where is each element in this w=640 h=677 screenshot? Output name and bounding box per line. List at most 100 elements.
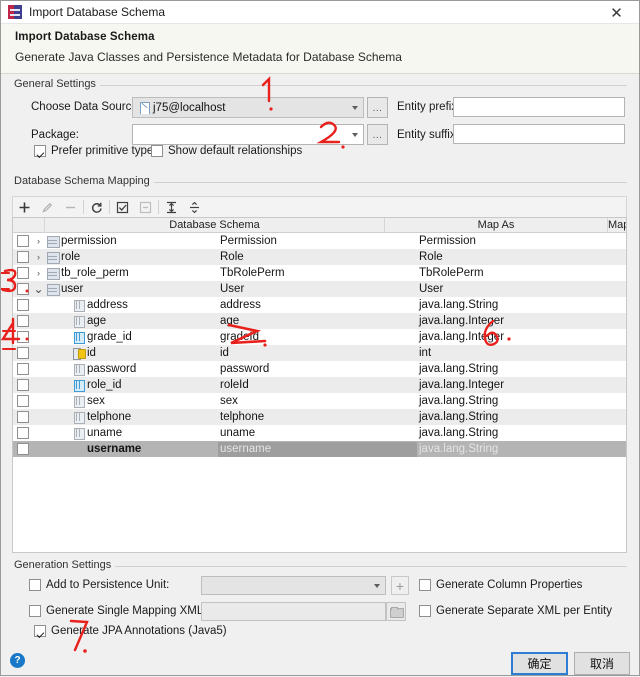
add-button[interactable] bbox=[13, 198, 36, 217]
single-mapping-xml-input[interactable] bbox=[201, 602, 386, 621]
cell-mapped-type[interactable]: java.lang.String bbox=[417, 394, 626, 409]
cell-map-as[interactable]: username bbox=[218, 442, 417, 457]
cell-map-as[interactable]: roleId bbox=[218, 378, 417, 393]
cell-mapped-type[interactable]: java.lang.String bbox=[417, 426, 626, 441]
row-checkbox[interactable] bbox=[17, 379, 29, 391]
header-subtitle: Generate Java Classes and Persistence Me… bbox=[15, 50, 639, 64]
schema-name: sex bbox=[87, 394, 105, 409]
generate-single-mapping-xml-label: Generate Single Mapping XML: bbox=[46, 605, 206, 617]
column-header-map-as[interactable]: Map As bbox=[385, 218, 608, 232]
row-checkbox[interactable] bbox=[17, 427, 29, 439]
cell-map-as[interactable]: Permission bbox=[218, 234, 417, 249]
row-checkbox[interactable] bbox=[17, 443, 29, 455]
cell-mapped-type[interactable]: User bbox=[417, 282, 626, 297]
table-row[interactable]: sexsexjava.lang.String bbox=[13, 393, 626, 409]
table-row[interactable]: role_idroleIdjava.lang.Integer bbox=[13, 377, 626, 393]
add-to-persistence-unit-checkbox[interactable]: Add to Persistence Unit: bbox=[29, 579, 169, 591]
row-checkbox[interactable] bbox=[17, 347, 29, 359]
show-default-relationships-checkbox[interactable]: Show default relationships bbox=[151, 145, 302, 157]
cell-map-as[interactable]: age bbox=[218, 314, 417, 329]
data-source-combobox[interactable]: j75@localhost bbox=[132, 97, 364, 118]
chevron-down-icon[interactable] bbox=[346, 98, 363, 117]
row-checkbox[interactable] bbox=[17, 283, 29, 295]
row-checkbox[interactable] bbox=[17, 299, 29, 311]
select-all-button[interactable] bbox=[111, 198, 134, 217]
column-header-checkbox[interactable] bbox=[13, 218, 45, 232]
cell-map-as[interactable]: uname bbox=[218, 426, 417, 441]
cell-map-as[interactable]: password bbox=[218, 362, 417, 377]
collapse-all-button[interactable] bbox=[183, 198, 206, 217]
cell-mapped-type[interactable]: java.lang.Integer bbox=[417, 330, 626, 345]
row-checkbox[interactable] bbox=[17, 331, 29, 343]
chevron-down-icon[interactable]: ⌄ bbox=[32, 286, 45, 292]
close-icon[interactable]: ✕ bbox=[594, 1, 639, 24]
cell-mapped-type[interactable]: TbRolePerm bbox=[417, 266, 626, 281]
row-checkbox[interactable] bbox=[17, 363, 29, 375]
schema-mapping-table[interactable]: Database Schema Map As Mapped Type ›perm… bbox=[12, 217, 627, 553]
cell-map-as[interactable]: gradeId bbox=[218, 330, 417, 345]
cell-mapped-type[interactable]: java.lang.Integer bbox=[417, 378, 626, 393]
cell-mapped-type[interactable]: java.lang.Integer bbox=[417, 314, 626, 329]
generate-single-mapping-xml-checkbox[interactable]: Generate Single Mapping XML: bbox=[29, 605, 206, 617]
row-checkbox[interactable] bbox=[17, 395, 29, 407]
table-row[interactable]: ididint bbox=[13, 345, 626, 361]
cell-map-as[interactable]: Role bbox=[218, 250, 417, 265]
chevron-right-icon[interactable]: › bbox=[32, 236, 45, 246]
ok-button[interactable]: 确定 bbox=[511, 652, 568, 675]
entity-prefix-input[interactable] bbox=[453, 97, 625, 117]
chevron-down-icon[interactable] bbox=[368, 577, 385, 594]
data-source-browse-button[interactable]: ... bbox=[367, 97, 388, 118]
generate-jpa-annotations-label: Generate JPA Annotations (Java5) bbox=[51, 625, 227, 637]
refresh-button[interactable] bbox=[85, 198, 108, 217]
table-row[interactable]: ageagejava.lang.Integer bbox=[13, 313, 626, 329]
cell-mapped-type[interactable]: Role bbox=[417, 250, 626, 265]
cell-map-as[interactable]: sex bbox=[218, 394, 417, 409]
table-row[interactable]: unameunamejava.lang.String bbox=[13, 425, 626, 441]
table-row[interactable]: addressaddressjava.lang.String bbox=[13, 297, 626, 313]
cell-map-as[interactable]: User bbox=[218, 282, 417, 297]
cell-mapped-type[interactable]: java.lang.String bbox=[417, 410, 626, 425]
chevron-down-icon[interactable] bbox=[346, 125, 363, 144]
row-checkbox[interactable] bbox=[17, 235, 29, 247]
column-header-mapped-type[interactable]: Mapped Type bbox=[608, 218, 626, 232]
help-icon[interactable]: ? bbox=[10, 653, 25, 668]
cell-mapped-type[interactable]: java.lang.String bbox=[417, 362, 626, 377]
table-row[interactable]: ⌄userUserUser bbox=[13, 281, 626, 297]
row-checkbox[interactable] bbox=[17, 315, 29, 327]
show-default-relationships-label: Show default relationships bbox=[168, 145, 302, 157]
table-row[interactable]: ›roleRoleRole bbox=[13, 249, 626, 265]
cell-mapped-type[interactable]: int bbox=[417, 346, 626, 361]
row-checkbox[interactable] bbox=[17, 251, 29, 263]
generate-separate-xml-per-entity-checkbox[interactable]: Generate Separate XML per Entity bbox=[419, 605, 612, 617]
cell-map-as[interactable]: TbRolePerm bbox=[218, 266, 417, 281]
chevron-right-icon[interactable]: › bbox=[32, 252, 45, 262]
cell-mapped-type[interactable]: java.lang.String bbox=[417, 442, 626, 457]
column-header-database-schema[interactable]: Database Schema bbox=[45, 218, 385, 232]
prefer-primitive-types-checkbox[interactable]: Prefer primitive types bbox=[34, 145, 159, 157]
cancel-button[interactable]: 取消 bbox=[574, 652, 630, 675]
expand-all-button[interactable] bbox=[160, 198, 183, 217]
entity-suffix-input[interactable] bbox=[453, 124, 625, 144]
row-checkbox[interactable] bbox=[17, 411, 29, 423]
table-row[interactable]: grade_idgradeIdjava.lang.Integer bbox=[13, 329, 626, 345]
generate-column-properties-checkbox[interactable]: Generate Column Properties bbox=[419, 579, 582, 591]
package-combobox[interactable] bbox=[132, 124, 364, 145]
cell-map-as[interactable]: id bbox=[218, 346, 417, 361]
chevron-right-icon[interactable]: › bbox=[32, 268, 45, 278]
row-checkbox[interactable] bbox=[17, 267, 29, 279]
table-row[interactable]: ›tb_role_permTbRolePermTbRolePerm bbox=[13, 265, 626, 281]
table-row[interactable]: ›permissionPermissionPermission bbox=[13, 233, 626, 249]
cell-map-as[interactable]: telphone bbox=[218, 410, 417, 425]
cell-mapped-type[interactable]: java.lang.String bbox=[417, 298, 626, 313]
table-row[interactable]: telphonetelphonejava.lang.String bbox=[13, 409, 626, 425]
table-row[interactable]: passwordpasswordjava.lang.String bbox=[13, 361, 626, 377]
generate-jpa-annotations-checkbox[interactable]: Generate JPA Annotations (Java5) bbox=[34, 625, 227, 637]
browse-folder-button[interactable] bbox=[386, 602, 406, 621]
map-as-value: gradeId bbox=[220, 331, 259, 343]
cell-map-as[interactable]: address bbox=[218, 298, 417, 313]
add-persistence-unit-button[interactable]: + bbox=[391, 576, 409, 595]
cell-mapped-type[interactable]: Permission bbox=[417, 234, 626, 249]
table-row[interactable]: usernameusernamejava.lang.String bbox=[13, 441, 626, 457]
package-browse-button[interactable]: ... bbox=[367, 124, 388, 145]
persistence-unit-combobox[interactable] bbox=[201, 576, 386, 595]
